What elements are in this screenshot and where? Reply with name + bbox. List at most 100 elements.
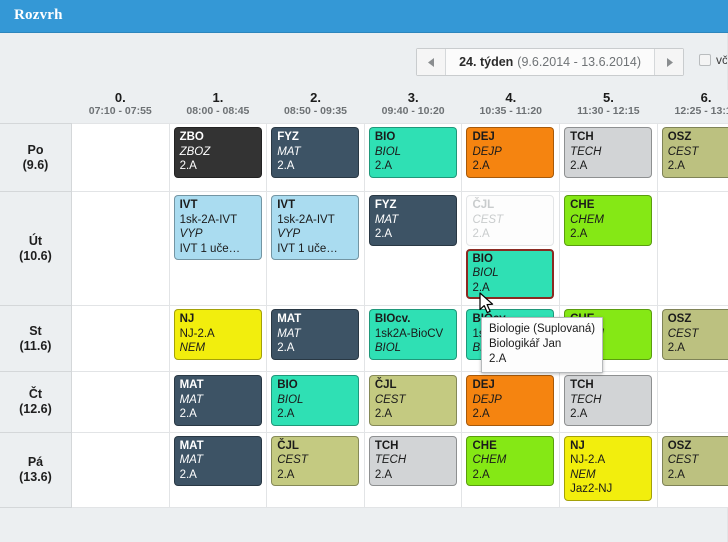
- slot-ut-3[interactable]: FYZ MAT 2.A: [363, 191, 463, 306]
- lesson-l3: VYP: [179, 228, 203, 240]
- hour-header-4: 4. 10:35 - 11:20: [461, 90, 560, 124]
- slot-po-0[interactable]: [70, 123, 170, 192]
- slot-po-4[interactable]: DEJ DEJP 2.A: [461, 123, 561, 192]
- slot-ut-0[interactable]: [70, 191, 170, 306]
- lesson-l2: 1sk2A-BioCV: [374, 327, 444, 340]
- slot-ut-6[interactable]: [656, 191, 728, 306]
- lesson-card[interactable]: OSZ CEST 2.A: [661, 127, 728, 178]
- window-title-bar: Rozvrh: [0, 0, 728, 33]
- week-number: 24. týden: [459, 55, 514, 69]
- lesson-l4: Jaz2-NJ: [570, 483, 613, 495]
- slot-ct-0[interactable]: [70, 371, 170, 433]
- lesson-l4: 2.A: [374, 160, 393, 172]
- lesson-card[interactable]: IVT 1sk-2A-IVT VYP IVT 1 uče…: [271, 195, 360, 260]
- lesson-card[interactable]: DEJ DEJP 2.A: [466, 375, 555, 426]
- lesson-card[interactable]: DEJ DEJP 2.A: [466, 127, 555, 178]
- slot-ct-1[interactable]: MAT MAT 2.A: [168, 371, 268, 433]
- day-name: Út: [28, 233, 43, 248]
- slot-ut-4[interactable]: ČJL CEST 2.A BIO BIOL 2.A: [461, 191, 561, 306]
- lesson-card[interactable]: NJ NJ-2.A NEM: [173, 309, 262, 360]
- lesson-l4: IVT 1 uče…: [277, 242, 338, 255]
- lesson-card[interactable]: OSZ CEST 2.A: [661, 435, 728, 486]
- hour-header-2: 2. 08:50 - 09:35: [266, 90, 365, 124]
- slot-ut-2[interactable]: IVT 1sk-2A-IVT VYP IVT 1 uče…: [266, 191, 365, 306]
- lesson-l4: 2.A: [472, 408, 490, 420]
- slot-pa-4[interactable]: CHE CHEM 2.A: [461, 431, 561, 508]
- schedule-row-ct: Čt (12.6) MAT MAT 2.A BIO BIOL 2.A ČJL CEST 2.A DEJ…: [0, 371, 728, 433]
- slot-st-0[interactable]: [70, 305, 170, 372]
- lesson-card[interactable]: FYZ MAT 2.A: [368, 195, 457, 246]
- lesson-card[interactable]: NJ NJ-2.A NEM Jaz2-NJ: [564, 435, 653, 501]
- slot-st-1[interactable]: NJ NJ-2.A NEM: [168, 305, 268, 372]
- hour-header-6: 6. 12:25 - 13:10: [657, 90, 728, 124]
- lesson-card[interactable]: CHE CHEM 2.A: [564, 195, 653, 246]
- lesson-l1: BIOcv.: [374, 313, 411, 325]
- slot-pa-3[interactable]: TCH TECH 2.A: [363, 431, 463, 508]
- schedule-table: 0. 07:10 - 07:55 1. 08:00 - 08:45 2. 08:…: [0, 90, 728, 508]
- lesson-l4: 2.A: [374, 228, 393, 240]
- slot-ut-1[interactable]: IVT 1sk-2A-IVT VYP IVT 1 uče…: [168, 191, 268, 306]
- slot-st-2[interactable]: MAT MAT 2.A: [266, 305, 365, 372]
- lesson-l4: 2.A: [570, 408, 588, 420]
- slot-ct-2[interactable]: BIO BIOL 2.A: [266, 371, 365, 433]
- lesson-card[interactable]: MAT MAT 2.A: [173, 435, 262, 486]
- lesson-l1: BIO: [472, 252, 493, 265]
- slot-pa-6[interactable]: OSZ CEST 2.A: [656, 431, 728, 508]
- slot-pa-2[interactable]: ČJL CEST 2.A: [266, 431, 365, 508]
- lesson-card[interactable]: MAT MAT 2.A: [271, 309, 360, 360]
- slot-po-1[interactable]: ZBO ZBOZ 2.A: [168, 123, 268, 192]
- hour-time: 12:25 - 13:10: [674, 105, 728, 117]
- checkbox-icon[interactable]: [699, 54, 711, 66]
- slot-pa-1[interactable]: MAT MAT 2.A: [168, 431, 268, 508]
- hour-time: 07:10 - 07:55: [88, 105, 152, 117]
- slot-ct-5[interactable]: TCH TECH 2.A: [559, 371, 658, 433]
- next-week-button[interactable]: [654, 49, 683, 75]
- lesson-card[interactable]: BIOcv. 1sk2A-BioCV BIOL: [368, 309, 457, 360]
- lesson-l4: 2.A: [277, 160, 295, 172]
- lesson-card[interactable]: CHE CHEM 2.A: [466, 435, 555, 486]
- slot-st-3[interactable]: BIOcv. 1sk2A-BioCV BIOL: [363, 305, 463, 372]
- lesson-l1: DEJ: [472, 379, 495, 391]
- lesson-card[interactable]: OSZ CEST 2.A: [661, 309, 728, 360]
- hour-number: 6.: [700, 90, 712, 105]
- slot-st-6[interactable]: OSZ CEST 2.A: [656, 305, 728, 372]
- slot-ct-4[interactable]: DEJ DEJP 2.A: [461, 371, 561, 433]
- slot-ct-3[interactable]: ČJL CEST 2.A: [363, 371, 463, 433]
- lesson-card[interactable]: TCH TECH 2.A: [368, 435, 457, 486]
- lesson-card[interactable]: ČJL CEST 2.A: [466, 195, 555, 246]
- lesson-l3: MAT: [374, 213, 399, 226]
- slot-po-6[interactable]: OSZ CEST 2.A: [656, 123, 728, 192]
- slot-po-5[interactable]: TCH TECH 2.A: [559, 123, 658, 192]
- slot-po-3[interactable]: BIO BIOL 2.A: [363, 123, 463, 192]
- corner-cell: [0, 90, 72, 124]
- hour-header-5: 5. 11:30 - 12:15: [559, 90, 658, 124]
- lesson-card[interactable]: ZBO ZBOZ 2.A: [173, 127, 262, 178]
- lesson-l3: ZBOZ: [179, 145, 211, 158]
- lesson-l4: 2.A: [374, 408, 393, 420]
- lesson-l3: VYP: [277, 228, 301, 240]
- lesson-card[interactable]: TCH TECH 2.A: [564, 127, 653, 178]
- tooltip-teacher: Biologikář Jan: [489, 338, 562, 350]
- lesson-card[interactable]: BIO BIOL 2.A: [466, 248, 555, 299]
- slot-pa-5[interactable]: NJ NJ-2.A NEM Jaz2-NJ: [559, 431, 658, 508]
- day-date: (13.6): [19, 469, 52, 484]
- lesson-card[interactable]: IVT 1sk-2A-IVT VYP IVT 1 uče…: [173, 195, 262, 260]
- lesson-card[interactable]: ČJL CEST 2.A: [368, 375, 457, 426]
- previous-week-button[interactable]: [417, 49, 447, 75]
- slot-po-2[interactable]: FYZ MAT 2.A: [266, 123, 365, 192]
- slot-ct-6[interactable]: [656, 371, 728, 433]
- lesson-card[interactable]: ČJL CEST 2.A: [271, 435, 360, 486]
- lesson-l2: NJ-2.A: [179, 327, 215, 340]
- slot-ut-5[interactable]: CHE CHEM 2.A: [559, 191, 658, 306]
- lesson-l1: TCH: [570, 131, 594, 143]
- slot-pa-0[interactable]: [70, 431, 170, 508]
- page-title: Rozvrh: [14, 7, 63, 23]
- show-all-checkbox-group[interactable]: vč: [699, 53, 728, 67]
- lesson-card[interactable]: BIO BIOL 2.A: [368, 127, 457, 178]
- lesson-l1: IVT: [277, 199, 296, 211]
- lesson-card[interactable]: BIO BIOL 2.A: [271, 375, 360, 426]
- lesson-card[interactable]: MAT MAT 2.A: [173, 375, 262, 426]
- lesson-l2: 1sk-2A-IVT: [277, 213, 335, 226]
- lesson-card[interactable]: TCH TECH 2.A: [564, 375, 653, 426]
- lesson-card[interactable]: FYZ MAT 2.A: [271, 127, 360, 178]
